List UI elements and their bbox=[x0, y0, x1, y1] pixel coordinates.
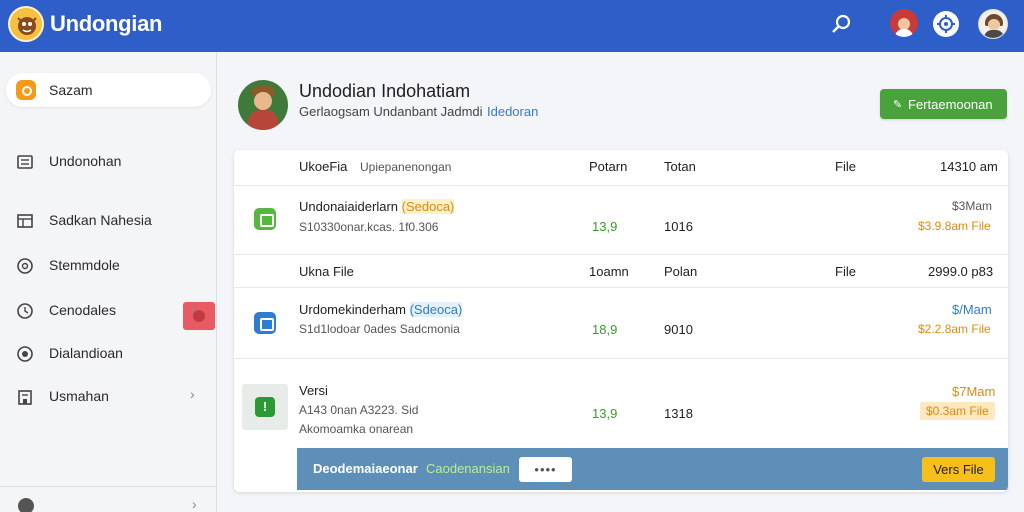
row-price-file[interactable]: $0.3am File bbox=[920, 402, 995, 420]
divider bbox=[234, 287, 1008, 288]
column-header: 14310 am bbox=[940, 159, 998, 174]
row-subtitle: S1d1lodoar 0ades Sadcmonia bbox=[299, 322, 460, 336]
sidebar-item-stemmdole[interactable]: Stemmdole bbox=[6, 248, 211, 282]
column-header: File bbox=[835, 159, 856, 174]
sidebar-item-usmahan[interactable]: Usmahan › bbox=[6, 379, 211, 413]
row-subtitle: S10330onar.kcas. 1f0.306 bbox=[299, 220, 439, 234]
sidebar-item-label: Usmahan bbox=[49, 388, 109, 404]
column-header: UkoeFia bbox=[299, 159, 348, 174]
sidebar-item-label: Sazam bbox=[49, 82, 93, 98]
group-value: Polan bbox=[664, 264, 698, 279]
row-value: 9010 bbox=[664, 322, 693, 337]
row-price-file[interactable]: $2.2.8am File bbox=[918, 322, 991, 336]
sidebar-item-dialandioan[interactable]: Dialandioan bbox=[6, 336, 211, 370]
sidebar-item-sazam[interactable]: Sazam bbox=[6, 73, 211, 107]
file-icon bbox=[254, 208, 276, 230]
row-value: 13,9 bbox=[592, 219, 618, 234]
action-bar-label: Deodemaiaeonar bbox=[313, 461, 418, 476]
chevron-right-icon: › bbox=[190, 386, 195, 402]
app-logo-icon[interactable] bbox=[8, 6, 44, 42]
row-title: Urdomekinderham bbox=[299, 302, 406, 317]
profile-avatar[interactable] bbox=[978, 9, 1008, 39]
column-header: Totan bbox=[664, 159, 696, 174]
selection-action-bar: Deodemaiaeonar Caodenansian •••• Vers Fi… bbox=[297, 448, 1008, 490]
edit-icon: ✎ bbox=[893, 99, 903, 111]
top-bar: Undongian bbox=[0, 0, 1024, 52]
column-header: Potarn bbox=[589, 159, 628, 174]
alert-icon: ! bbox=[255, 397, 275, 417]
grid-icon bbox=[16, 212, 34, 230]
sidebar-item-label: Stemmdole bbox=[49, 257, 120, 273]
more-options-button[interactable]: •••• bbox=[519, 457, 572, 482]
divider bbox=[234, 358, 1008, 359]
row-value: 1016 bbox=[664, 219, 693, 234]
user-avatar[interactable] bbox=[890, 9, 918, 37]
row-tag: (Sdeoca) bbox=[409, 302, 463, 317]
group-label: Ukna File bbox=[299, 264, 354, 279]
app-title: Undongian bbox=[50, 11, 163, 36]
settings-icon[interactable] bbox=[18, 498, 34, 512]
page-title: Undodian Indohatiam bbox=[299, 81, 471, 101]
gear-icon[interactable] bbox=[933, 11, 959, 37]
divider bbox=[234, 254, 1008, 255]
profile-avatar bbox=[238, 80, 288, 130]
circle-dot-icon bbox=[16, 345, 34, 363]
clock-icon bbox=[16, 302, 34, 320]
sidebar-item-sadkan-nahesia[interactable]: Sadkan Nahesia bbox=[6, 203, 211, 237]
row-subtitle: Akomoamka onarean bbox=[299, 422, 414, 436]
row-value: 1318 bbox=[664, 406, 693, 421]
sidebar-item-label: Sadkan Nahesia bbox=[49, 212, 152, 228]
file-thumbnail: ! bbox=[242, 384, 288, 430]
sidebar-item-label: Dialandioan bbox=[49, 345, 123, 361]
sidebar-item-cenodales[interactable]: Cenodales › bbox=[6, 293, 211, 327]
chevron-right-icon: › bbox=[190, 300, 195, 316]
group-value: File bbox=[835, 264, 856, 279]
column-header-sub: Upiepanenongan bbox=[360, 160, 452, 174]
sidebar-item-label: Undonohan bbox=[49, 153, 122, 169]
row-price: $/Mam bbox=[952, 302, 992, 317]
row-title: Versi bbox=[299, 383, 328, 398]
row-subtitle: A143 0nan A3223. Sid bbox=[299, 403, 419, 417]
building-icon bbox=[16, 388, 34, 406]
sidebar-item-undonohan[interactable]: Undonohan bbox=[6, 144, 211, 178]
sidebar-item-label: Cenodales bbox=[49, 302, 116, 318]
data-table: UkoeFia Upiepanenongan Potarn Totan File… bbox=[234, 150, 1008, 492]
sidebar: Sazam Undonohan Sadkan Nahesia Stemmdole… bbox=[0, 52, 217, 512]
search-icon[interactable] bbox=[828, 12, 854, 38]
orange-badge-icon bbox=[16, 80, 36, 100]
primary-action-label: Fertaemoonan bbox=[908, 97, 993, 112]
row-price-file[interactable]: $3.9.8am File bbox=[918, 219, 991, 233]
view-file-button[interactable]: Vers File bbox=[922, 457, 995, 482]
row-price: $3Mam bbox=[952, 199, 993, 213]
action-bar-status: Caodenansian bbox=[426, 461, 510, 476]
subtitle-link[interactable]: Idedoran bbox=[487, 104, 538, 119]
book-icon bbox=[16, 153, 34, 171]
page-subtitle: Gerlaogsam Undanbant Jadmdi bbox=[299, 104, 483, 119]
circle-icon bbox=[16, 257, 34, 275]
row-value: 13,9 bbox=[592, 406, 618, 421]
group-value: 1oamn bbox=[589, 264, 629, 279]
row-value: 18,9 bbox=[592, 322, 618, 337]
divider bbox=[0, 486, 217, 487]
row-title: Undonaiaiderlarn bbox=[299, 199, 399, 214]
chevron-right-icon[interactable]: › bbox=[192, 496, 197, 512]
file-icon bbox=[254, 312, 276, 334]
group-value: 2999.0 p83 bbox=[928, 264, 994, 279]
row-tag: (Sedoca) bbox=[401, 199, 455, 214]
primary-action-button[interactable]: ✎ Fertaemoonan bbox=[880, 89, 1007, 119]
row-price: $7Mam bbox=[952, 384, 996, 399]
divider bbox=[234, 185, 1008, 186]
